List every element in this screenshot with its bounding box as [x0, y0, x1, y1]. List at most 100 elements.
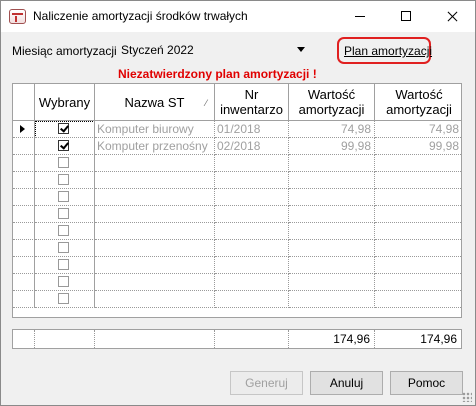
focus-rectangle [35, 121, 94, 137]
cell-v1 [289, 189, 375, 206]
column-header-nr-inwentarza[interactable]: Nr inwentarzo [215, 84, 289, 121]
cell-v2 [375, 172, 461, 189]
plan-amortization-link[interactable]: Plan amortyzacji [344, 44, 432, 58]
selected-checkbox[interactable] [58, 276, 69, 287]
cell-inv [215, 274, 289, 291]
selected-cell[interactable] [35, 155, 95, 172]
cell-v1 [289, 274, 375, 291]
cell-v1: 74,98 [289, 121, 375, 138]
cell-v2 [375, 223, 461, 240]
selected-cell[interactable] [35, 121, 95, 138]
month-select-value: Styczeń 2022 [121, 43, 194, 57]
selected-cell[interactable] [35, 138, 95, 155]
table-row[interactable]: Komputer przenośny 02/2018 99,98 99,98 [13, 138, 461, 155]
cell-name [95, 274, 215, 291]
row-indicator-cell [13, 257, 35, 274]
selected-checkbox[interactable] [58, 259, 69, 270]
totals-row: 174,96 174,96 [12, 329, 462, 349]
column-header-wybrany[interactable]: Wybrany [35, 84, 95, 121]
selected-checkbox[interactable] [58, 191, 69, 202]
cancel-button[interactable]: Anuluj [310, 371, 383, 395]
app-icon [9, 9, 26, 24]
month-select[interactable]: Styczeń 2022 [117, 39, 312, 59]
selected-checkbox[interactable] [58, 293, 69, 304]
close-button[interactable] [429, 1, 475, 32]
selected-checkbox[interactable] [58, 174, 69, 185]
cell-v1 [289, 240, 375, 257]
plan-link-highlight: Plan amortyzacji [337, 37, 432, 64]
resize-grip-icon[interactable] [462, 392, 472, 402]
selected-checkbox[interactable] [58, 208, 69, 219]
table-row[interactable] [13, 206, 461, 223]
title-bar[interactable]: Naliczenie amortyzacji środków trwałych [1, 1, 475, 32]
selected-checkbox[interactable] [58, 157, 69, 168]
cell-inv [215, 257, 289, 274]
cell-v1 [289, 206, 375, 223]
cell-v1 [289, 291, 375, 308]
row-indicator-cell [13, 206, 35, 223]
cell-name [95, 189, 215, 206]
total-value-1: 174,96 [289, 330, 375, 348]
selected-cell[interactable] [35, 172, 95, 189]
table-row[interactable]: Komputer biurowy 01/2018 74,98 74,98 [13, 121, 461, 138]
cell-name: Komputer biurowy [95, 121, 215, 138]
sort-icon: ⁄ [205, 98, 207, 108]
selected-cell[interactable] [35, 274, 95, 291]
selected-cell[interactable] [35, 189, 95, 206]
cell-inv [215, 291, 289, 308]
row-indicator-cell [13, 189, 35, 206]
cell-inv: 01/2018 [215, 121, 289, 138]
column-header-wartosc-2[interactable]: Wartość amortyzacji [375, 84, 461, 121]
month-label: Miesiąc amortyzacji: [12, 44, 121, 58]
table-row[interactable] [13, 223, 461, 240]
selected-cell[interactable] [35, 257, 95, 274]
cell-inv [215, 172, 289, 189]
cell-v2 [375, 291, 461, 308]
selected-cell[interactable] [35, 223, 95, 240]
cell-inv [215, 155, 289, 172]
row-indicator-cell [13, 155, 35, 172]
selected-cell[interactable] [35, 291, 95, 308]
row-indicator-cell [13, 138, 35, 155]
table-row[interactable] [13, 291, 461, 308]
selected-cell[interactable] [35, 240, 95, 257]
table-row[interactable] [13, 240, 461, 257]
cell-name [95, 223, 215, 240]
assets-grid[interactable]: Wybrany Nazwa ST ⁄ Nr inwentarzo Wartość… [12, 83, 462, 318]
help-button[interactable]: Pomoc [390, 371, 463, 395]
cell-name [95, 155, 215, 172]
cell-inv [215, 189, 289, 206]
cell-inv [215, 223, 289, 240]
cell-v1 [289, 155, 375, 172]
dialog-window: Naliczenie amortyzacji środków trwałych … [0, 0, 476, 406]
cell-v1 [289, 172, 375, 189]
table-row[interactable] [13, 155, 461, 172]
selected-checkbox[interactable] [58, 225, 69, 236]
row-indicator-cell [13, 240, 35, 257]
column-header-nazwa[interactable]: Nazwa ST ⁄ [95, 84, 215, 121]
table-row[interactable] [13, 189, 461, 206]
row-indicator-cell [13, 274, 35, 291]
warning-message: Niezatwierdzony plan amortyzacji ! [118, 67, 317, 81]
cell-inv [215, 206, 289, 223]
minimize-button[interactable] [337, 1, 383, 32]
row-indicator-cell [13, 172, 35, 189]
selected-checkbox[interactable] [58, 140, 69, 151]
selected-checkbox[interactable] [58, 242, 69, 253]
row-indicator-header [13, 84, 35, 121]
cell-inv [215, 240, 289, 257]
selected-cell[interactable] [35, 206, 95, 223]
cell-name [95, 257, 215, 274]
table-row[interactable] [13, 274, 461, 291]
row-indicator-cell [13, 121, 35, 138]
table-row[interactable] [13, 257, 461, 274]
cell-v2 [375, 155, 461, 172]
cell-v2 [375, 206, 461, 223]
cell-name [95, 291, 215, 308]
current-row-icon [20, 125, 25, 133]
table-row[interactable] [13, 172, 461, 189]
cell-name [95, 240, 215, 257]
column-header-wartosc-1[interactable]: Wartość amortyzacji [289, 84, 375, 121]
generate-button[interactable]: Generuj [230, 371, 303, 395]
maximize-button[interactable] [383, 1, 429, 32]
